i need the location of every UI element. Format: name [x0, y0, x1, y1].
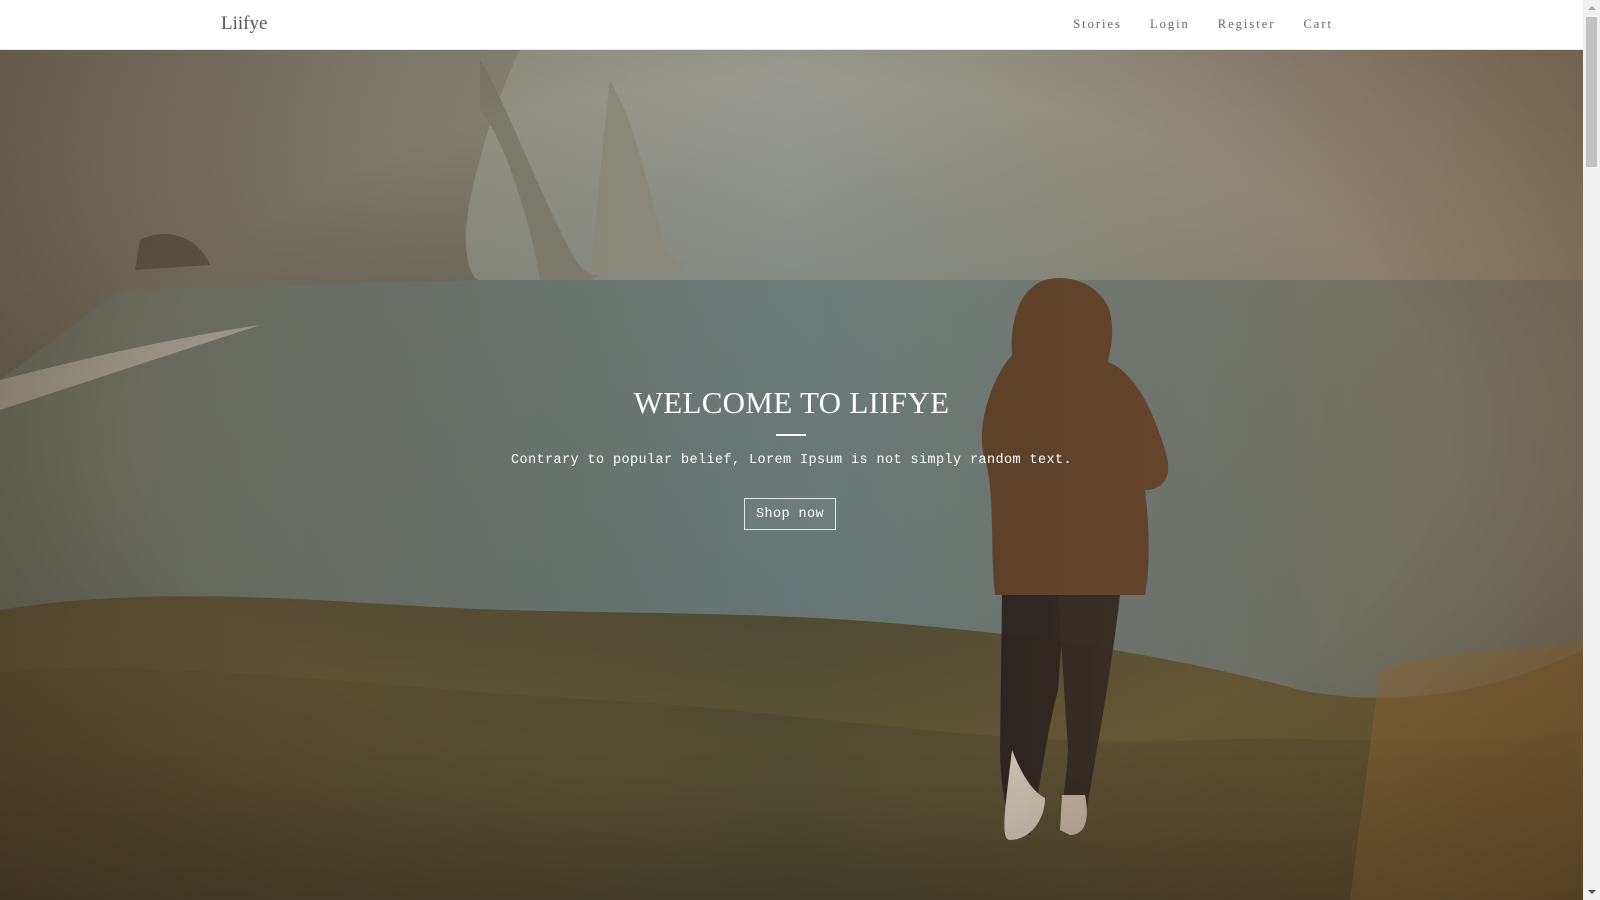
nav-link-cart[interactable]: Cart — [1303, 17, 1333, 32]
top-navbar: Liifye Stories Login Register Cart — [0, 0, 1583, 50]
scroll-thumb[interactable] — [1586, 17, 1597, 167]
page: Liifye Stories Login Register Cart WELCO… — [0, 0, 1600, 900]
nav-link-register[interactable]: Register — [1218, 17, 1276, 32]
nav-links: Stories Login Register Cart — [1073, 17, 1333, 32]
hero-title: WELCOME TO LIIFYE — [633, 385, 950, 420]
hero-section: WELCOME TO LIIFYE Contrary to popular be… — [0, 50, 1583, 900]
brand-logo-link[interactable]: Liifye — [221, 13, 267, 35]
hero-subtitle: Contrary to popular belief, Lorem Ipsum … — [510, 453, 1073, 468]
shop-now-button[interactable]: Shop now — [744, 498, 836, 530]
nav-link-login[interactable]: Login — [1150, 17, 1190, 32]
hero-divider — [776, 434, 806, 436]
scroll-down-arrow-icon[interactable] — [1583, 883, 1600, 900]
scroll-up-arrow-icon[interactable] — [1583, 0, 1600, 17]
nav-link-stories[interactable]: Stories — [1073, 17, 1122, 32]
page-scrollbar[interactable] — [1583, 0, 1600, 900]
hero-content: WELCOME TO LIIFYE Contrary to popular be… — [0, 50, 1583, 900]
